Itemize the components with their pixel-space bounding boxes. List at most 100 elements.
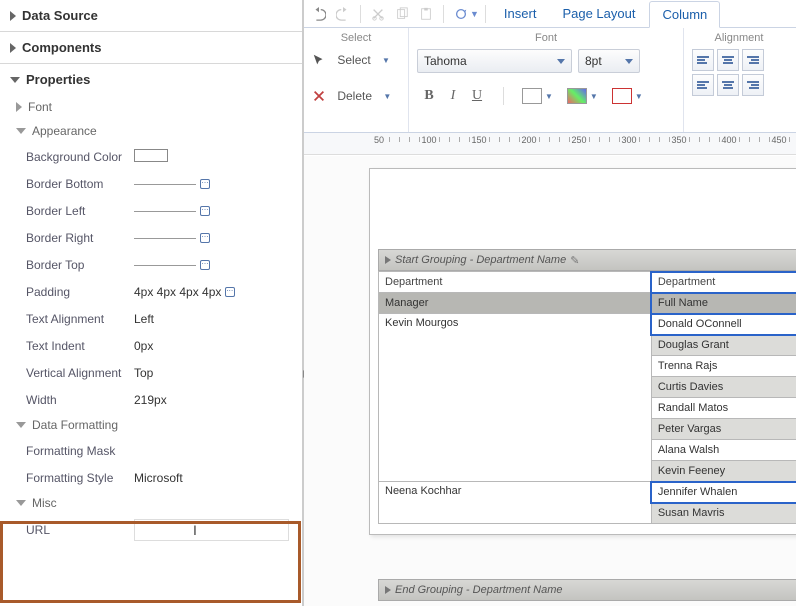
select-button[interactable]: Select ▼ [312, 49, 400, 71]
table-row[interactable]: Kevin MourgosDonald OConnellS [379, 314, 796, 335]
prop-width[interactable]: Width219px [0, 386, 302, 413]
group-appearance[interactable]: Appearance [0, 119, 302, 143]
font-family-select[interactable]: Tahoma [417, 49, 572, 73]
table-row[interactable]: Neena KochharJennifer WhalenH [379, 482, 796, 503]
prop-border-bottom[interactable]: Border Bottom⋯ [0, 170, 302, 197]
fill-color-button[interactable]: ▼ [567, 88, 598, 104]
end-group-bar[interactable]: End Grouping - Department Name [378, 579, 796, 601]
edit-icon[interactable]: ⋯ [200, 233, 210, 243]
section-title: Properties [26, 72, 90, 87]
header-cell[interactable]: Manager [379, 293, 652, 314]
text-cursor-icon: I [193, 522, 197, 538]
section-properties-header[interactable]: Properties [0, 64, 302, 95]
ribbon-group-alignment: Alignment [684, 28, 794, 132]
prop-value-text: 0px [134, 339, 302, 353]
fullname-cell[interactable]: Curtis Davies [651, 377, 796, 398]
group-label: Font [28, 100, 52, 114]
group-label: Appearance [32, 124, 97, 138]
prop-padding[interactable]: Padding4px 4px 4px 4px ⋯ [0, 278, 302, 305]
font-size-select[interactable]: 8pt [578, 49, 640, 73]
fullname-cell[interactable]: Susan Mavris [651, 503, 796, 524]
edit-icon[interactable]: ⋯ [225, 287, 235, 297]
ruler-label: 350 [671, 135, 686, 145]
dropdown-caret-icon[interactable]: ▼ [470, 9, 479, 19]
font-color-button[interactable]: ▼ [522, 88, 553, 104]
prop-border-top[interactable]: Border Top⋯ [0, 251, 302, 278]
fullname-cell[interactable]: Peter Vargas [651, 419, 796, 440]
prop-formatting-mask[interactable]: Formatting Mask [0, 437, 302, 464]
align-mid-left[interactable] [692, 74, 714, 96]
start-group-bar[interactable]: Start Grouping - Department Name ✎ [378, 249, 796, 271]
underline-button[interactable]: U [469, 88, 485, 104]
canvas[interactable]: Start Grouping - Department Name ✎ Depar… [304, 156, 796, 606]
section-data-source[interactable]: Data Source [0, 0, 302, 32]
fullname-cell[interactable]: Kevin Feeney [651, 461, 796, 482]
chevron-right-icon [16, 102, 22, 112]
prop-text-indent[interactable]: Text Indent0px [0, 332, 302, 359]
header-cell[interactable]: Full Name [651, 293, 796, 314]
group-misc[interactable]: Misc [0, 491, 302, 515]
delete-button[interactable]: Delete ▼ [312, 85, 400, 107]
ruler-label: 450 [771, 135, 786, 145]
prop-text-alignment[interactable]: Text AlignmentLeft [0, 305, 302, 332]
undo-button[interactable] [308, 3, 330, 25]
paste-button[interactable] [415, 3, 437, 25]
properties-panel: Data Source Components Properties Font A… [0, 0, 303, 606]
fullname-cell[interactable]: Trenna Rajs [651, 356, 796, 377]
triangle-icon [385, 586, 391, 594]
chevron-down-icon [10, 77, 20, 83]
line-swatch [134, 184, 196, 185]
refresh-button[interactable] [450, 3, 472, 25]
fullname-cell[interactable]: Jennifer Whalen [651, 482, 796, 503]
chevron-down-icon [625, 59, 633, 64]
prop-vertical-alignment[interactable]: Vertical AlignmentTop [0, 359, 302, 386]
prop-border-right[interactable]: Border Right⋯ [0, 224, 302, 251]
manager-cell[interactable]: Kevin Mourgos [379, 314, 652, 482]
ribbon-group-title: Select [312, 32, 400, 44]
ribbon-group-font: Font Tahoma 8pt B I U ▼ ▼ ▼ [409, 28, 684, 132]
fullname-cell[interactable]: Alana Walsh [651, 440, 796, 461]
pencil-icon[interactable]: ✎ [570, 254, 579, 267]
chevron-down-icon [557, 59, 565, 64]
header-cell[interactable]: Department [379, 272, 652, 293]
triangle-icon [385, 256, 391, 264]
section-components[interactable]: Components [0, 32, 302, 64]
group-font[interactable]: Font [0, 95, 302, 119]
redo-button[interactable] [332, 3, 354, 25]
align-top-left[interactable] [692, 49, 714, 71]
align-mid-right[interactable] [742, 74, 764, 96]
align-top-right[interactable] [742, 49, 764, 71]
prop-formatting-style[interactable]: Formatting StyleMicrosoft [0, 464, 302, 491]
fullname-cell[interactable]: Douglas Grant [651, 335, 796, 356]
top-toolbar: ▼ Insert Page Layout Column [304, 0, 796, 28]
edit-icon[interactable]: ⋯ [200, 179, 210, 189]
bold-button[interactable]: B [421, 88, 437, 104]
manager-cell[interactable]: Neena Kochhar [379, 482, 652, 524]
prop-value-text: Microsoft [134, 471, 302, 485]
fullname-cell[interactable]: Randall Matos [651, 398, 796, 419]
line-swatch [134, 265, 196, 266]
header-cell[interactable]: Department [651, 272, 796, 293]
group-data-formatting[interactable]: Data Formatting [0, 413, 302, 437]
fullname-cell[interactable]: Donald OConnell [651, 314, 796, 335]
border-color-button[interactable]: ▼ [612, 88, 643, 104]
section-title: Components [22, 40, 101, 55]
tab-column[interactable]: Column [649, 1, 720, 28]
prop-border-left[interactable]: Border Left⋯ [0, 197, 302, 224]
ruler-label: 150 [471, 135, 486, 145]
edit-icon[interactable]: ⋯ [200, 260, 210, 270]
url-input[interactable]: I [134, 519, 289, 541]
color-swatch[interactable] [134, 149, 168, 162]
copy-button[interactable] [391, 3, 413, 25]
report-table[interactable]: DepartmentDepartmentManagerFull NameKevi… [378, 271, 796, 524]
line-swatch [134, 211, 196, 212]
tab-page-layout[interactable]: Page Layout [550, 1, 647, 26]
italic-button[interactable]: I [445, 88, 461, 104]
prop-background-color[interactable]: Background Color [0, 143, 302, 170]
cut-button[interactable] [367, 3, 389, 25]
align-mid-center[interactable] [717, 74, 739, 96]
align-top-center[interactable] [717, 49, 739, 71]
tab-insert[interactable]: Insert [492, 1, 549, 26]
chevron-down-icon [16, 500, 26, 506]
edit-icon[interactable]: ⋯ [200, 206, 210, 216]
